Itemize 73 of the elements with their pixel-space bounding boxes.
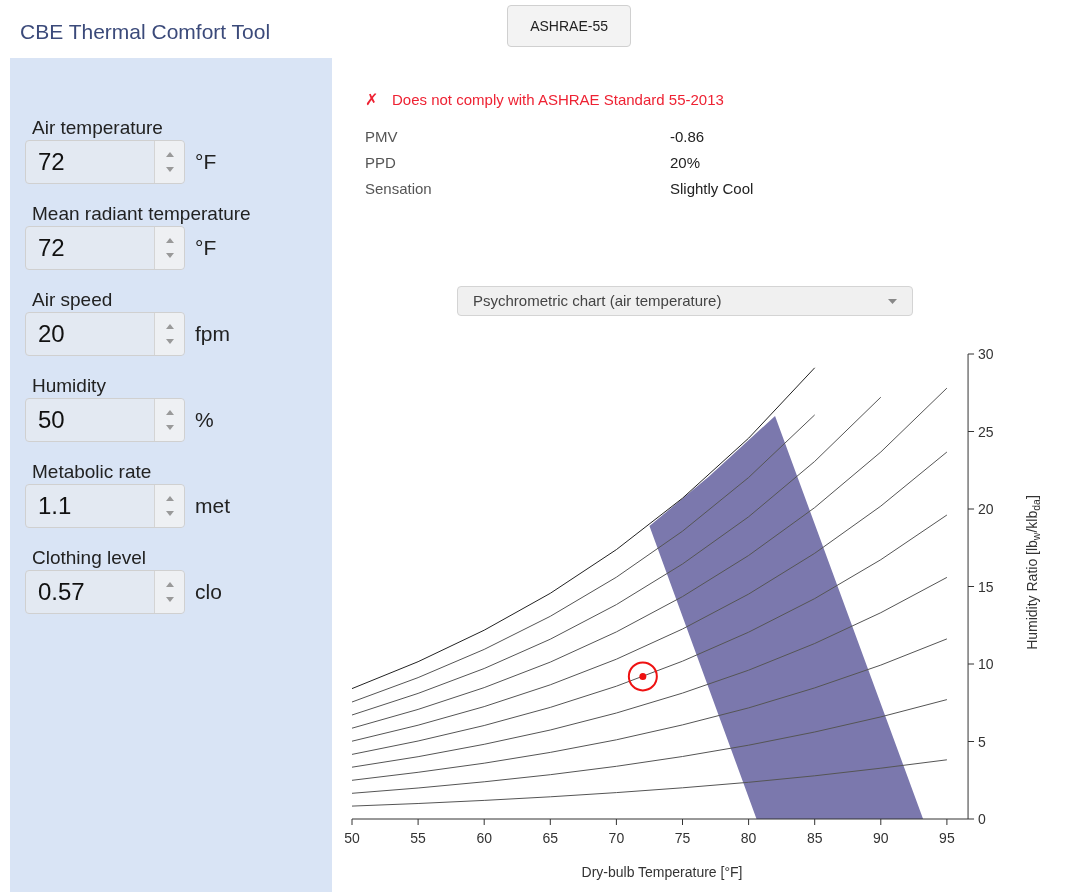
- spinner-buttons[interactable]: [154, 571, 184, 613]
- status-icon: ✗: [365, 88, 378, 112]
- chart-selector[interactable]: Psychrometric chart (air temperature): [457, 286, 913, 316]
- down-arrow-icon: [165, 167, 174, 172]
- number-field[interactable]: 50: [25, 398, 185, 442]
- input-label: Metabolic rate: [32, 460, 153, 484]
- result-label: PMV: [365, 126, 399, 147]
- unit-label: clo: [195, 579, 222, 606]
- result-label: PPD: [365, 152, 397, 173]
- x-axis-title: Dry-bulb Temperature [°F]: [581, 864, 743, 880]
- up-arrow-icon: [165, 410, 174, 415]
- unit-label: %: [195, 407, 214, 434]
- up-arrow-icon: [165, 152, 174, 157]
- input-label: Air temperature: [32, 116, 164, 140]
- up-arrow-icon: [165, 324, 174, 329]
- x-tick-label: 80: [740, 830, 757, 846]
- field-value: 72: [37, 233, 66, 263]
- spinner-buttons[interactable]: [154, 399, 184, 441]
- up-arrow-icon: [165, 582, 174, 587]
- field-value: 72: [37, 147, 66, 177]
- spinner-buttons[interactable]: [154, 141, 184, 183]
- y-tick-label: 0: [978, 811, 986, 827]
- unit-label: °F: [195, 235, 217, 262]
- y-tick-label: 30: [978, 346, 994, 362]
- down-arrow-icon: [165, 339, 174, 344]
- result-value: Slightly Cool: [670, 178, 754, 199]
- spinner-buttons[interactable]: [154, 485, 184, 527]
- result-label: Sensation: [365, 178, 433, 199]
- compliance-message: Does not comply with ASHRAE Standard 55-2013: [392, 89, 724, 110]
- up-arrow-icon: [165, 238, 174, 243]
- x-tick-label: 85: [806, 830, 823, 846]
- input-label: Mean radiant temperature: [32, 202, 252, 226]
- state-marker: [627, 661, 658, 692]
- x-tick-label: 65: [542, 830, 559, 846]
- y-tick-label: 10: [978, 656, 994, 672]
- field-value: 50: [37, 405, 66, 435]
- standard-button[interactable]: ASHRAE-55: [507, 5, 631, 47]
- dropdown-caret-icon: [888, 298, 897, 304]
- result-value: 20%: [670, 152, 701, 173]
- x-tick-label: 50: [344, 830, 360, 846]
- x-tick-label: 90: [873, 830, 889, 846]
- spinner-buttons[interactable]: [154, 313, 184, 355]
- number-field[interactable]: 72: [25, 226, 185, 270]
- down-arrow-icon: [165, 511, 174, 516]
- x-tick-label: 75: [674, 830, 691, 846]
- input-label: Clothing level: [32, 546, 148, 570]
- unit-label: fpm: [195, 321, 230, 348]
- y-tick-label: 25: [978, 423, 994, 440]
- y-tick-label: 5: [978, 733, 986, 750]
- unit-label: °F: [195, 149, 217, 176]
- field-value: 20: [37, 319, 66, 349]
- result-value: -0.86: [670, 126, 705, 147]
- input-label: Humidity: [32, 374, 107, 398]
- number-field[interactable]: 20: [25, 312, 185, 356]
- input-label: Air speed: [32, 288, 114, 312]
- unit-label: met: [195, 493, 230, 520]
- x-tick-label: 60: [476, 830, 492, 846]
- app-title: CBE Thermal Comfort Tool: [20, 19, 271, 45]
- x-tick-label: 95: [939, 830, 955, 846]
- y-tick-label: 15: [978, 578, 994, 595]
- number-field[interactable]: 72: [25, 140, 185, 184]
- spinner-buttons[interactable]: [154, 227, 184, 269]
- y-tick-label: 20: [978, 501, 994, 517]
- down-arrow-icon: [165, 597, 174, 602]
- down-arrow-icon: [165, 253, 174, 258]
- number-field[interactable]: 1.1: [25, 484, 185, 528]
- field-value: 1.1: [37, 491, 73, 521]
- up-arrow-icon: [165, 496, 174, 501]
- down-arrow-icon: [165, 425, 174, 430]
- field-value: 0.57: [37, 577, 86, 607]
- x-tick-label: 55: [410, 830, 426, 846]
- x-tick-label: 70: [608, 830, 625, 846]
- number-field[interactable]: 0.57: [25, 570, 185, 614]
